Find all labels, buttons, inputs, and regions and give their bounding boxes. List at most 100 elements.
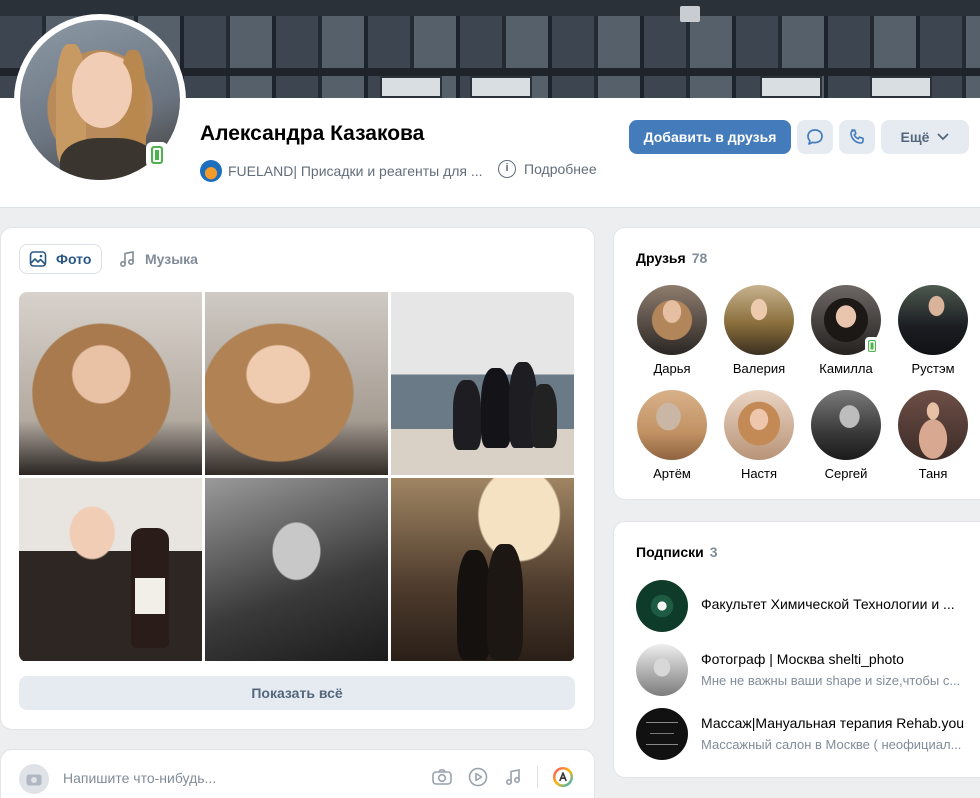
tab-photos[interactable]: Фото: [19, 244, 103, 274]
message-icon: [807, 129, 823, 145]
cover-window: [470, 76, 532, 98]
photo-detail: [453, 380, 481, 450]
video-play-icon[interactable]: [467, 766, 489, 788]
tab-music[interactable]: Музыка: [109, 244, 208, 274]
post-tools: [431, 766, 574, 788]
avatar-detail: [72, 52, 132, 128]
rehab-logo: [646, 722, 678, 745]
subscription-avatar: [636, 580, 688, 632]
subscriptions-title-label: Подписки: [636, 544, 704, 560]
friend-name: Рустэм: [911, 361, 955, 376]
photo-thumbnail[interactable]: [391, 292, 574, 475]
photos-card: Фото Музыка Показать всё: [0, 227, 595, 730]
subscription-item[interactable]: Факультет Химической Технологии и ...: [636, 580, 980, 632]
friend-avatar: [898, 285, 968, 355]
friend-name: Настя: [740, 466, 778, 481]
ai-assistant-icon[interactable]: [552, 766, 574, 788]
subscriptions-title[interactable]: Подписки 3: [636, 544, 718, 560]
message-button[interactable]: [797, 120, 833, 154]
fueland-logo-icon: [200, 160, 222, 182]
friends-count: 78: [691, 250, 708, 266]
photo-detail: [531, 384, 557, 448]
camera-icon[interactable]: [431, 767, 453, 787]
subscriptions-count: 3: [709, 544, 718, 560]
chevron-down-icon: [938, 133, 949, 141]
friend-avatar: [724, 285, 794, 355]
friend-avatar: [898, 390, 968, 460]
friend-name: Дарья: [653, 361, 691, 376]
profile-name: Александра Казакова: [200, 122, 425, 145]
music-note-icon: [117, 249, 137, 269]
cover-window: [760, 76, 822, 98]
more-button-label: Ещё: [900, 129, 930, 145]
friend-name: Артём: [653, 466, 691, 481]
friend-item[interactable]: Дарья: [635, 285, 709, 376]
subscription-name: Фотограф | Москва shelti_photo: [701, 651, 904, 667]
friend-item[interactable]: Валерия: [722, 285, 796, 376]
friend-avatar: [724, 390, 794, 460]
post-composer: Напишите что-нибудь...: [0, 749, 595, 798]
avatar-detail: [60, 138, 156, 180]
photo-grid: [19, 292, 575, 662]
friends-title[interactable]: Друзья 78: [636, 250, 707, 266]
photo-thumbnail[interactable]: [205, 478, 388, 661]
friends-title-label: Друзья: [636, 250, 686, 266]
friend-name: Таня: [918, 466, 948, 481]
friend-item[interactable]: Рустэм: [896, 285, 970, 376]
info-icon: i: [498, 160, 516, 178]
cover-window: [380, 76, 442, 98]
photo-detail: [457, 550, 491, 660]
friend-name: Камилла: [819, 361, 873, 376]
post-author-avatar: [19, 764, 49, 794]
music-note-icon[interactable]: [503, 767, 523, 787]
camera-icon: [26, 774, 42, 786]
subscriptions-card: Подписки 3 Факультет Химической Технологи…: [613, 521, 980, 778]
photo-detail: [487, 544, 523, 660]
photo-thumbnail[interactable]: [391, 478, 574, 661]
friend-item[interactable]: Камилла: [809, 285, 883, 376]
friend-avatar: [811, 390, 881, 460]
more-info-link[interactable]: i Подробнее: [498, 160, 597, 178]
more-button[interactable]: Ещё: [881, 120, 969, 154]
call-button[interactable]: [839, 120, 875, 154]
cover-detail: [680, 6, 700, 22]
friend-item[interactable]: Таня: [896, 390, 970, 481]
add-friend-button[interactable]: Добавить в друзья: [629, 120, 791, 154]
friends-card: Друзья 78 Дарья Валерия Камилла Рустэм Ар…: [613, 227, 980, 500]
post-input[interactable]: Напишите что-нибудь...: [63, 770, 216, 786]
subscription-item[interactable]: Фотограф | Москва shelti_photo Мне не ва…: [636, 644, 980, 696]
show-all-photos-button[interactable]: Показать всё: [19, 676, 575, 710]
cover-window: [870, 76, 932, 98]
tab-photos-label: Фото: [56, 251, 92, 267]
image-icon: [28, 249, 48, 269]
friend-item[interactable]: Сергей: [809, 390, 883, 481]
friend-avatar: [637, 285, 707, 355]
subscription-item[interactable]: Массаж|Мануальная терапия Rehab.you Масс…: [636, 708, 980, 760]
photo-detail: [481, 368, 511, 448]
photo-detail: [135, 578, 165, 614]
toolbar-divider: [537, 766, 538, 788]
tab-music-label: Музыка: [145, 251, 198, 267]
photo-thumbnail[interactable]: [205, 292, 388, 475]
subscription-avatar: [636, 708, 688, 760]
profile-status-text: FUELAND| Присадки и реагенты для ...: [228, 163, 483, 179]
friend-name: Сергей: [824, 466, 868, 481]
subscription-description: Массажный салон в Москве ( неофициал...: [701, 737, 962, 752]
subscription-name: Факультет Химической Технологии и ...: [701, 596, 955, 612]
friend-avatar: [637, 390, 707, 460]
online-mobile-icon: [146, 142, 168, 168]
cover-band: [0, 0, 980, 16]
friend-avatar: [811, 285, 881, 355]
online-mobile-icon: [865, 337, 879, 355]
photo-thumbnail[interactable]: [19, 292, 202, 475]
friend-item[interactable]: Настя: [722, 390, 796, 481]
subscription-name: Массаж|Мануальная терапия Rehab.you: [701, 715, 965, 731]
more-info-label: Подробнее: [524, 161, 597, 177]
subscription-avatar: [636, 644, 688, 696]
profile-status[interactable]: FUELAND| Присадки и реагенты для ...: [200, 160, 483, 182]
friend-item[interactable]: Артём: [635, 390, 709, 481]
friend-name: Валерия: [732, 361, 786, 376]
phone-icon: [850, 129, 864, 144]
photo-thumbnail[interactable]: [19, 478, 202, 661]
subscription-description: Мне не важны ваши shape и size,чтобы с..…: [701, 673, 961, 688]
